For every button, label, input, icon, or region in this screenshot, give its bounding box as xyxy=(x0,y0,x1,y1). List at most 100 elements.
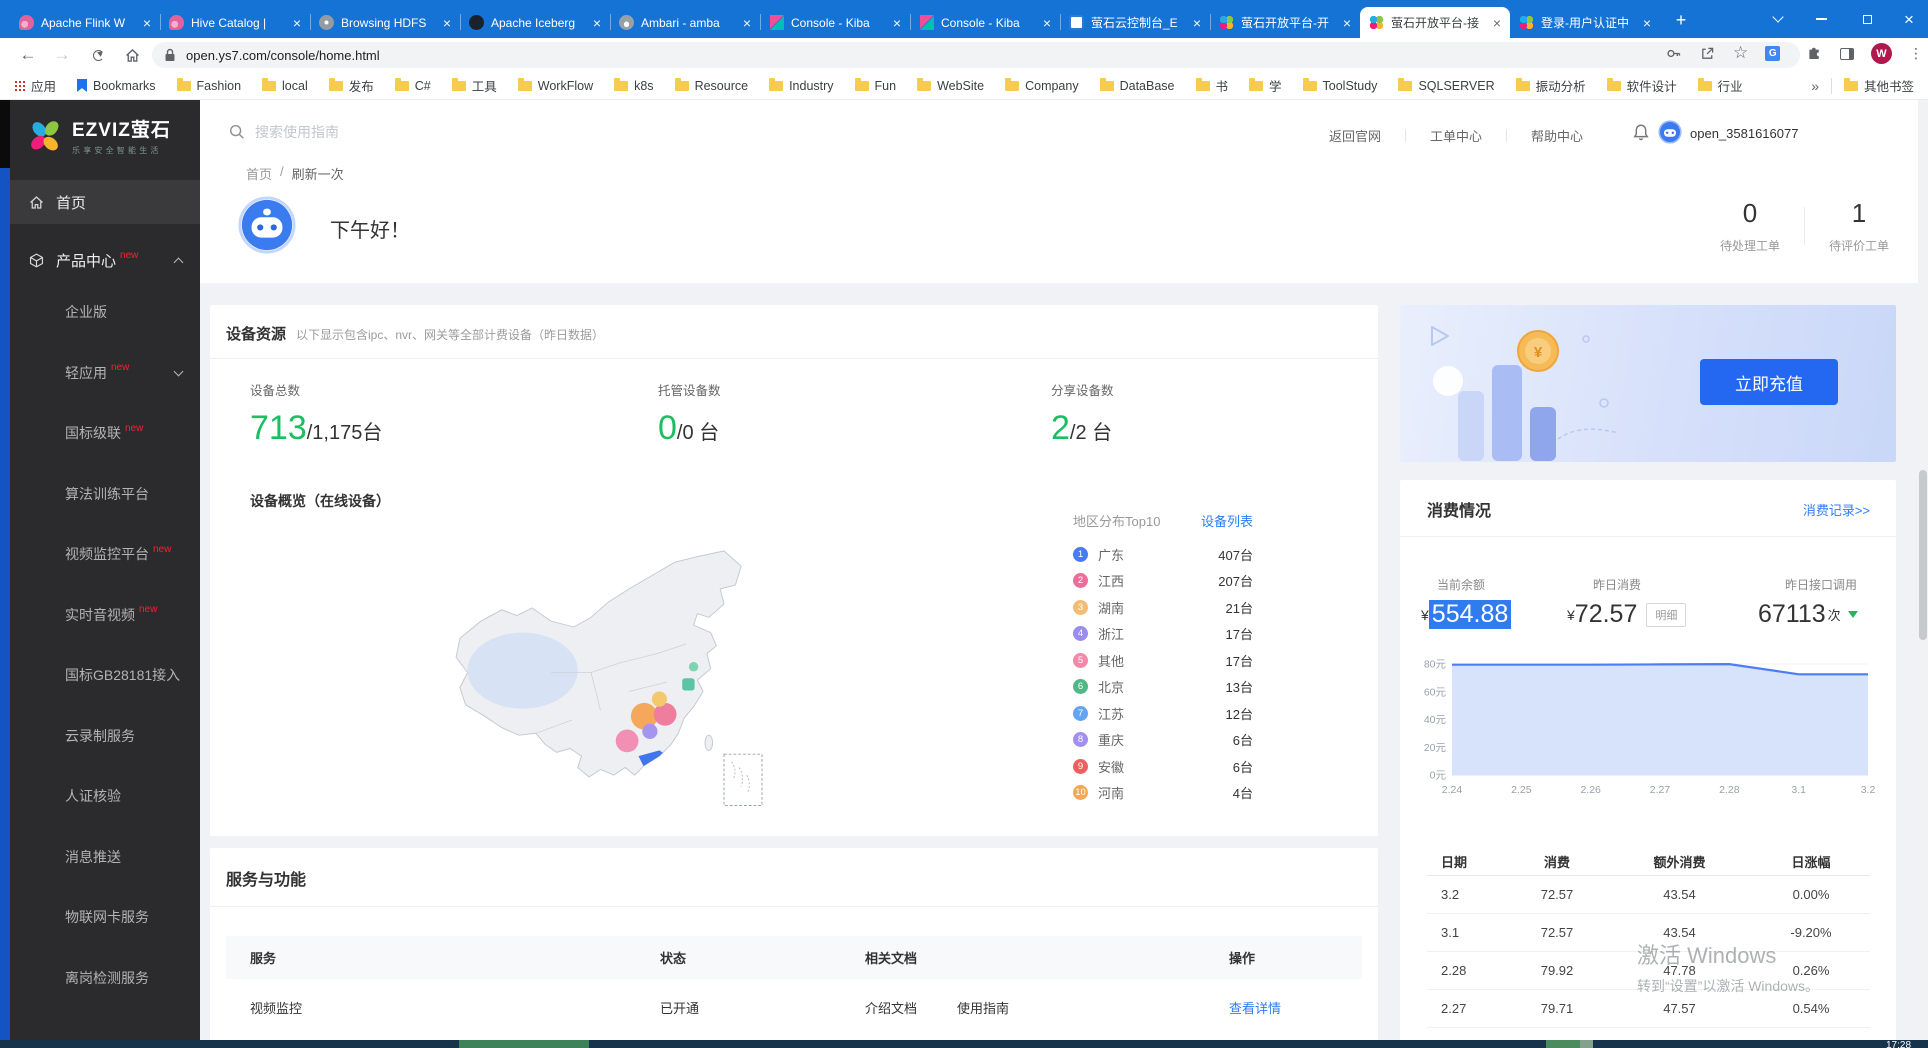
browser-tab[interactable]: 萤石云控制台_E× xyxy=(1060,7,1210,38)
sidebar-item-产品中心[interactable]: 产品中心new xyxy=(10,238,200,282)
scrollbar-thumb[interactable] xyxy=(1919,470,1927,640)
bookmark-item-k8s[interactable]: k8s xyxy=(614,79,653,93)
bookmark-item-C#[interactable]: C# xyxy=(395,79,431,93)
notification-bell-button[interactable] xyxy=(1632,123,1650,147)
browser-tab[interactable]: 登录-用户认证中× xyxy=(1510,7,1660,38)
user-avatar[interactable] xyxy=(1658,120,1682,144)
browser-tab[interactable]: 萤石开放平台-开× xyxy=(1210,7,1360,38)
bookmark-item-Bookmarks[interactable]: Bookmarks xyxy=(77,79,156,93)
browser-tab[interactable]: Console - Kiba× xyxy=(760,7,910,38)
device-list-link[interactable]: 设备列表 xyxy=(1201,511,1253,530)
tab-close-icon[interactable]: × xyxy=(1643,16,1651,30)
bookmark-item-local[interactable]: local xyxy=(262,79,308,93)
pending-tickets[interactable]: 0 待处理工单 xyxy=(1700,198,1800,254)
extensions-icon[interactable] xyxy=(1806,45,1823,62)
translate-icon[interactable]: G xyxy=(1765,46,1780,61)
bookmark-item-学[interactable]: 学 xyxy=(1249,76,1282,95)
consumption-records-link[interactable]: 消费记录>> xyxy=(1803,500,1870,519)
taskbar-app-segment[interactable] xyxy=(1580,1040,1593,1048)
bookmark-item-应用[interactable]: 应用 xyxy=(14,76,56,95)
bookmark-item-ToolStudy[interactable]: ToolStudy xyxy=(1303,79,1378,93)
bookmark-star-icon[interactable]: ☆ xyxy=(1733,43,1748,63)
tab-close-icon[interactable]: × xyxy=(1193,16,1201,30)
tab-close-icon[interactable]: × xyxy=(1343,16,1351,30)
maximize-button[interactable] xyxy=(1846,0,1888,38)
tab-close-icon[interactable]: × xyxy=(743,16,751,30)
tab-close-icon[interactable]: × xyxy=(1043,16,1051,30)
sidebar-item-国标GB28181接入[interactable]: 国标GB28181接入 xyxy=(10,645,200,706)
address-bar[interactable]: open.ys7.com/console/home.html xyxy=(152,42,1800,68)
tab-close-icon[interactable]: × xyxy=(293,16,301,30)
bookmark-item-Resource[interactable]: Resource xyxy=(675,79,749,93)
bookmark-item-行业[interactable]: 行业 xyxy=(1698,76,1743,95)
trend-down-icon[interactable] xyxy=(1848,611,1858,618)
home-button[interactable] xyxy=(120,43,144,67)
profile-avatar[interactable]: W xyxy=(1871,43,1892,64)
bookmark-item-Industry[interactable]: Industry xyxy=(769,79,833,93)
key-icon[interactable] xyxy=(1665,45,1682,62)
share-icon[interactable] xyxy=(1699,45,1716,62)
sidebar-item-轻应用[interactable]: 轻应用new xyxy=(10,343,200,404)
doc-link[interactable]: 介绍文档 xyxy=(865,998,917,1017)
taskbar-app-segment[interactable] xyxy=(459,1040,589,1048)
bookmark-item-SQLSERVER[interactable]: SQLSERVER xyxy=(1398,79,1494,93)
sidebar-item-国标级联[interactable]: 国标级联new xyxy=(10,403,200,464)
bookmarks-overflow-icon[interactable]: » xyxy=(1811,78,1819,94)
consumption-chart[interactable]: 0元20元40元60元80元2.242.252.262.272.283.13.2 xyxy=(1412,652,1884,820)
bookmark-item-发布[interactable]: 发布 xyxy=(329,76,374,95)
tab-close-icon[interactable]: × xyxy=(893,16,901,30)
rate-tickets[interactable]: 1 待评价工单 xyxy=(1809,198,1909,254)
sidebar-item-视频监控平台[interactable]: 视频监控平台new xyxy=(10,524,200,585)
taskbar-app-segment[interactable] xyxy=(1546,1040,1580,1048)
bookmark-item-WebSite[interactable]: WebSite xyxy=(917,79,984,93)
sidebar-item-首页[interactable]: 首页 xyxy=(10,180,200,224)
window-close-button[interactable]: × xyxy=(1890,0,1928,38)
forward-button[interactable]: → xyxy=(50,43,74,67)
browser-tab[interactable]: Ambari - amba× xyxy=(610,7,760,38)
sidebar-item-人证核验[interactable]: 人证核验 xyxy=(10,766,200,827)
username[interactable]: open_3581616077 xyxy=(1690,126,1798,141)
reload-button[interactable] xyxy=(86,43,110,67)
other-bookmarks-folder[interactable]: 其他书签 xyxy=(1844,76,1914,95)
search-box[interactable]: 搜索使用指南 xyxy=(228,122,339,142)
doc-link[interactable]: 使用指南 xyxy=(957,998,1009,1017)
new-tab-button[interactable]: + xyxy=(1668,7,1694,33)
sidebar-item-实时音视频[interactable]: 实时音视频new xyxy=(10,585,200,646)
link-ticket-center[interactable]: 工单中心 xyxy=(1406,126,1506,145)
china-map[interactable] xyxy=(420,530,800,815)
tab-close-icon[interactable]: × xyxy=(593,16,601,30)
bookmark-item-Fun[interactable]: Fun xyxy=(855,79,897,93)
sidebar-item-物联网卡服务[interactable]: 物联网卡服务 xyxy=(10,887,200,948)
minimize-button[interactable] xyxy=(1800,0,1842,38)
bookmark-item-书[interactable]: 书 xyxy=(1196,76,1229,95)
sidebar-item-消息推送[interactable]: 消息推送 xyxy=(10,827,200,888)
sidebar-item-算法训练平台[interactable]: 算法训练平台 xyxy=(10,464,200,525)
link-help-center[interactable]: 帮助中心 xyxy=(1507,126,1607,145)
browser-tab[interactable]: Apache Flink W× xyxy=(10,7,160,38)
menu-icon[interactable]: ⋮ xyxy=(1909,45,1923,62)
browser-tab[interactable]: Console - Kiba× xyxy=(910,7,1060,38)
link-official-site[interactable]: 返回官网 xyxy=(1305,126,1405,145)
browser-tab[interactable]: Apache Iceberg× xyxy=(460,7,610,38)
view-details-link[interactable]: 查看详情 xyxy=(1229,998,1362,1017)
tab-close-icon[interactable]: × xyxy=(143,16,151,30)
windows-taskbar[interactable]: 17:28 xyxy=(0,1040,1928,1048)
page-scrollbar[interactable] xyxy=(1918,100,1928,1040)
bookmark-item-软件设计[interactable]: 软件设计 xyxy=(1607,76,1677,95)
tab-close-icon[interactable]: × xyxy=(443,16,451,30)
back-button[interactable]: ← xyxy=(16,43,40,67)
browser-tab[interactable]: Browsing HDFS× xyxy=(310,7,460,38)
browser-tab[interactable]: 萤石开放平台-接× xyxy=(1360,7,1510,38)
detail-button[interactable]: 明细 xyxy=(1646,603,1686,627)
recharge-button[interactable]: 立即充值 xyxy=(1700,359,1838,405)
bookmark-item-工具[interactable]: 工具 xyxy=(452,76,497,95)
breadcrumb-home[interactable]: 首页 xyxy=(246,164,272,183)
sidebar-item-云录制服务[interactable]: 云录制服务 xyxy=(10,706,200,767)
side-panel-icon[interactable] xyxy=(1840,48,1854,60)
tab-search-button[interactable] xyxy=(1758,0,1798,38)
tab-close-icon[interactable]: × xyxy=(1493,16,1501,30)
bookmark-item-DataBase[interactable]: DataBase xyxy=(1100,79,1175,93)
sidebar-item-离岗检测服务[interactable]: 离岗检测服务 xyxy=(10,948,200,1009)
bookmark-item-Fashion[interactable]: Fashion xyxy=(177,79,241,93)
sidebar-item-企业版[interactable]: 企业版 xyxy=(10,282,200,343)
